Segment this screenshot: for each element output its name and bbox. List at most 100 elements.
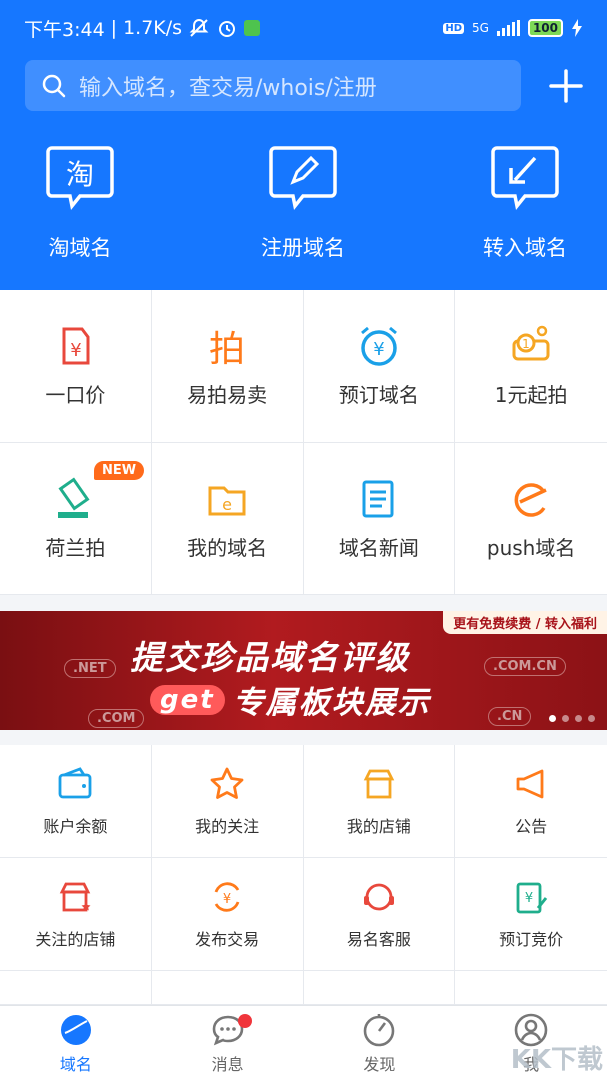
folder-e-icon: e	[208, 486, 246, 516]
grid-item-my-follows[interactable]: 我的关注	[151, 745, 304, 858]
banner-subline-text: 专属板块展示	[232, 685, 431, 721]
auction-icon: 拍	[209, 329, 245, 369]
grid-item-publish-trade[interactable]: ¥ 发布交易	[151, 858, 304, 971]
nav-register-domain[interactable]: 注册域名	[238, 138, 368, 262]
svg-text:¥: ¥	[71, 340, 82, 361]
grid-label: 易名客服	[346, 930, 411, 949]
network-label: 5G	[472, 21, 489, 35]
grid-item-account-balance[interactable]: 账户余额	[0, 745, 152, 858]
svg-text:¥: ¥	[373, 339, 384, 360]
price-tag-icon: ¥	[62, 327, 90, 365]
grid-label: 荷兰拍	[45, 535, 106, 560]
publish-trade-icon: ¥	[214, 882, 240, 912]
grid-label: 易拍易卖	[187, 383, 268, 408]
promo-banner[interactable]: 更有免费续费 / 转入福利 .NET .COM .COM.CN .CN 提交珍品…	[0, 611, 607, 730]
grid-item-announcement[interactable]: 公告	[455, 745, 607, 858]
nav-tao-domain[interactable]: 淘 淘域名	[15, 138, 145, 262]
grid-item-fixed-price[interactable]: ¥ 一口价	[0, 290, 152, 443]
transfer-in-icon	[491, 146, 559, 211]
grid-item-my-shop[interactable]: 我的店铺	[303, 745, 456, 858]
grid-label: 预订竞价	[499, 930, 564, 949]
nav-label: 转入域名	[483, 236, 567, 260]
search-placeholder: 输入域名，查交易/whois/注册	[79, 75, 377, 101]
grid-label: 账户余额	[43, 817, 108, 836]
tab-discover[interactable]: 发现	[304, 1006, 456, 1080]
grid-item-reserve-bidding[interactable]: ¥ 预订竞价	[455, 858, 607, 971]
one-yuan-icon: 1	[512, 326, 550, 361]
grid-item-followed-shops[interactable]: 关注的店铺	[0, 858, 152, 971]
main-service-grid: ¥ 一口价 拍 易拍易卖 ¥ 预订域名 1 1元起拍 荷兰拍 NEW e 我的域…	[0, 290, 607, 595]
status-speed: 1.7K/s	[123, 17, 183, 39]
banner-pagination	[549, 715, 595, 722]
mute-icon	[189, 18, 209, 37]
android-icon	[244, 20, 261, 36]
pagination-dot	[562, 715, 569, 722]
banner-tag: .COM.CN	[484, 657, 566, 676]
grid-item-partial[interactable]	[455, 971, 607, 1005]
nav-label: 注册域名	[261, 236, 345, 260]
add-icon[interactable]	[548, 68, 584, 104]
headset-icon	[363, 883, 394, 911]
header-section: 下午3:44 | 1.7K/s HD 5G 100 输入域名，查交易/whois…	[0, 0, 607, 290]
edit-icon	[269, 146, 337, 211]
grid-label: 域名新闻	[338, 535, 419, 560]
new-badge: NEW	[94, 460, 145, 480]
grid-item-easy-auction[interactable]: 拍 易拍易卖	[151, 290, 304, 443]
megaphone-icon	[516, 769, 544, 799]
grid-label: push域名	[486, 535, 576, 560]
followed-shop-icon	[60, 882, 91, 912]
svg-text:e: e	[222, 495, 232, 514]
star-icon	[210, 767, 244, 799]
banner-subline: get 专属板块展示	[150, 677, 431, 722]
grid-label: 我的关注	[195, 817, 260, 836]
grid-item-push-domain[interactable]: push域名	[455, 443, 607, 595]
grid-label: 我的店铺	[346, 817, 411, 836]
banner-tag: .COM	[88, 709, 145, 728]
svg-text:1: 1	[522, 337, 530, 351]
search-input[interactable]: 输入域名，查交易/whois/注册	[25, 60, 521, 111]
gavel-icon	[58, 477, 90, 518]
pagination-dot	[588, 715, 595, 722]
grid-item-dutch-auction[interactable]: 荷兰拍 NEW	[0, 442, 152, 595]
pagination-dot	[575, 715, 582, 722]
alarm-yen-icon: ¥	[360, 327, 397, 366]
svg-text:¥: ¥	[525, 891, 533, 906]
compass-icon	[364, 1014, 395, 1047]
grid-item-customer-service[interactable]: 易名客服	[303, 858, 456, 971]
alarm-icon	[219, 21, 236, 37]
search-icon	[42, 74, 66, 97]
grid-label: 一口价	[45, 383, 106, 408]
grid-item-one-yuan[interactable]: 1 1元起拍	[455, 290, 607, 443]
banner-headline: 提交珍品域名评级	[130, 638, 410, 677]
watermark: KK下载	[510, 1045, 603, 1075]
banner-tag: .NET	[64, 659, 116, 678]
news-icon	[362, 480, 394, 518]
tab-label: 发现	[363, 1055, 396, 1074]
hd-label: HD	[443, 22, 464, 34]
banner-top-note: 更有免费续费 / 转入福利	[443, 611, 607, 634]
grid-item-reserve-domain[interactable]: ¥ 预订域名	[303, 290, 456, 443]
grid-label: 公告	[515, 817, 548, 836]
domain-tab-icon	[60, 1015, 91, 1045]
nav-transfer-domain[interactable]: 转入域名	[460, 138, 590, 262]
status-bar: 下午3:44 | 1.7K/s HD 5G 100	[0, 0, 607, 56]
tab-messages[interactable]: 消息	[152, 1006, 304, 1080]
grid-item-partial[interactable]	[303, 971, 456, 1005]
tab-label: 消息	[211, 1055, 244, 1074]
tao-icon: 淘	[46, 146, 114, 211]
svg-text:淘: 淘	[66, 158, 94, 191]
signal-icon	[496, 20, 520, 36]
grid-item-domain-news[interactable]: 域名新闻	[303, 442, 456, 595]
tab-domain[interactable]: 域名	[0, 1006, 152, 1080]
shop-icon	[363, 769, 395, 799]
status-time: 下午3:44	[24, 18, 105, 41]
nav-label: 淘域名	[48, 236, 112, 260]
svg-text:拍: 拍	[209, 329, 245, 369]
grid-item-partial[interactable]	[0, 971, 152, 1005]
push-icon	[514, 483, 547, 517]
grid-item-partial[interactable]	[151, 971, 304, 1005]
grid-item-my-domains[interactable]: e 我的域名	[151, 442, 304, 595]
wallet-icon	[58, 767, 92, 799]
tools-grid: 账户余额 我的关注 我的店铺 公告 关注的店铺 ¥ 发布交易 易名客服 ¥ 预订…	[0, 745, 607, 1005]
grid-label: 1元起拍	[494, 383, 568, 408]
